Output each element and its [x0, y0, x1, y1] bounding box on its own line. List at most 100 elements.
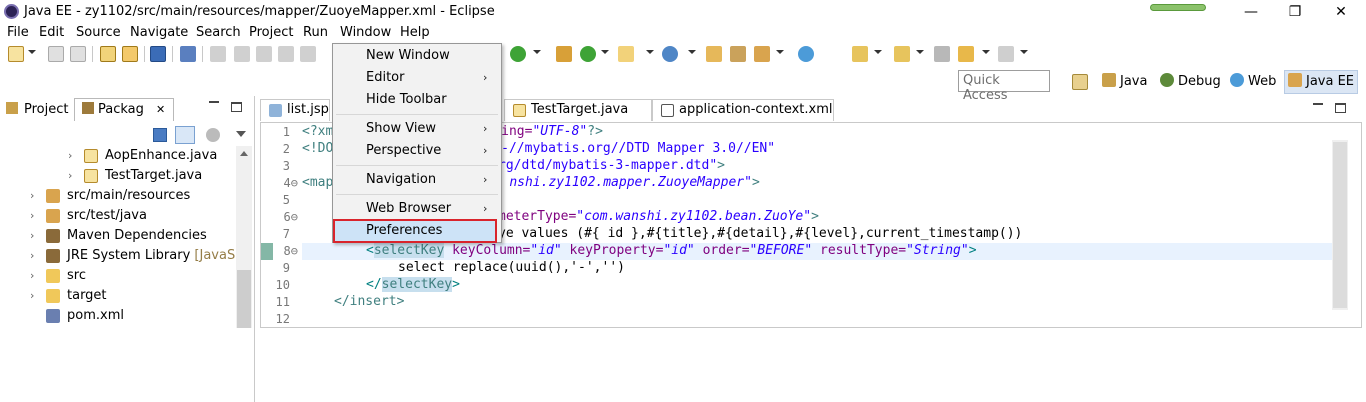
chevron-down-icon[interactable]	[916, 50, 924, 54]
last-edit-icon[interactable]	[934, 46, 950, 62]
server-icon[interactable]	[556, 46, 572, 62]
tab-package-label-wrap: Packag ✕	[82, 102, 165, 126]
tree-scrollbar-thumb[interactable]	[237, 270, 251, 328]
chevron-right-icon[interactable]: ›	[30, 250, 40, 261]
minimize-editor-icon[interactable]	[1313, 103, 1323, 105]
suspend-icon[interactable]	[234, 46, 250, 62]
chevron-down-icon[interactable]	[982, 50, 990, 54]
menu-project[interactable]: Project	[249, 25, 293, 40]
menu-item-navigation[interactable]: Navigation	[366, 172, 436, 187]
chevron-down-icon[interactable]	[28, 50, 36, 54]
menu-run[interactable]: Run	[303, 25, 328, 40]
link-with-editor-icon[interactable]	[175, 126, 195, 144]
menu-item-new-window[interactable]: New Window	[366, 48, 450, 63]
menu-file[interactable]: File	[7, 25, 29, 40]
chevron-right-icon[interactable]: ›	[30, 290, 40, 301]
chevron-down-icon[interactable]	[236, 131, 246, 137]
code-token: keyProperty=	[561, 243, 664, 258]
chevron-down-icon[interactable]	[601, 50, 609, 54]
tree-item[interactable]: › src	[0, 266, 236, 286]
console-icon[interactable]	[150, 46, 166, 62]
chevron-down-icon[interactable]	[776, 50, 784, 54]
tree-item[interactable]: › JRE System Library [JavaSE-1	[0, 246, 236, 266]
menu-item-perspective[interactable]: Perspective	[366, 143, 441, 158]
maximize-button[interactable]: ❐	[1280, 2, 1310, 22]
tab-list-jsp[interactable]: list.jsp	[260, 99, 330, 121]
tree-item[interactable]: › src/main/resources	[0, 186, 236, 206]
maximize-editor-icon[interactable]	[1335, 103, 1346, 113]
maximize-view-icon[interactable]	[231, 102, 242, 112]
scroll-up-icon[interactable]	[240, 151, 248, 156]
new-icon[interactable]	[8, 46, 24, 62]
step-into-icon[interactable]	[300, 46, 316, 62]
tree-item-label: JRE System Library	[67, 248, 191, 263]
close-button[interactable]: ✕	[1326, 2, 1356, 22]
chevron-down-icon[interactable]	[533, 50, 541, 54]
refresh-icon[interactable]	[580, 46, 596, 62]
open-type-icon[interactable]	[706, 46, 722, 62]
menu-item-web-browser[interactable]: Web Browser	[366, 201, 451, 216]
run-icon[interactable]	[510, 46, 526, 62]
back-icon[interactable]	[958, 46, 974, 62]
tab-project-explorer[interactable]: Project	[6, 102, 68, 126]
tree-item[interactable]: › target	[0, 286, 236, 306]
chevron-right-icon[interactable]: ›	[68, 170, 78, 181]
perspective-java[interactable]: Java	[1102, 73, 1147, 89]
perspective-debug[interactable]: Debug	[1160, 73, 1221, 89]
editor-scrollbar-thumb[interactable]	[1333, 142, 1347, 308]
tree-item[interactable]: › AopEnhance.java	[0, 146, 236, 166]
tree-item[interactable]: › src/test/java	[0, 206, 236, 226]
menu-window[interactable]: Window	[340, 25, 391, 40]
search-icon[interactable]	[754, 46, 770, 62]
terminate-icon[interactable]	[256, 46, 272, 62]
quick-access-input[interactable]: Quick Access	[958, 70, 1050, 103]
menu-edit[interactable]: Edit	[39, 25, 64, 40]
close-icon[interactable]: ✕	[156, 103, 165, 116]
menu-item-editor[interactable]: Editor	[366, 70, 404, 85]
menu-item-hide-toolbar[interactable]: Hide Toolbar	[366, 92, 447, 107]
skip-breakpoints-icon[interactable]	[180, 46, 196, 62]
chevron-right-icon[interactable]: ›	[30, 210, 40, 221]
chevron-right-icon[interactable]: ›	[30, 270, 40, 281]
menu-item-preferences[interactable]: Preferences	[366, 223, 442, 238]
export-icon[interactable]	[122, 46, 138, 62]
resume-icon[interactable]	[210, 46, 226, 62]
next-annotation-icon[interactable]	[852, 46, 868, 62]
view-menu-icon[interactable]	[206, 128, 220, 142]
globe-icon[interactable]	[798, 46, 814, 62]
chevron-down-icon[interactable]	[874, 50, 882, 54]
minimize-view-icon[interactable]	[209, 101, 219, 103]
new-class-icon[interactable]	[662, 46, 678, 62]
menu-help[interactable]: Help	[400, 25, 430, 40]
save-icon[interactable]	[48, 46, 64, 62]
previous-annotation-icon[interactable]	[894, 46, 910, 62]
chevron-right-icon[interactable]: ›	[30, 190, 40, 201]
disconnect-icon[interactable]	[278, 46, 294, 62]
collapse-all-icon[interactable]	[153, 128, 167, 142]
minimize-button[interactable]: —	[1236, 2, 1266, 22]
menu-navigate[interactable]: Navigate	[130, 25, 188, 40]
menu-source[interactable]: Source	[76, 25, 121, 40]
chevron-right-icon[interactable]: ›	[68, 150, 78, 161]
java-file-icon	[513, 104, 526, 117]
tab-application-context[interactable]: application-context.xml	[652, 99, 834, 121]
build-icon[interactable]	[100, 46, 116, 62]
menu-search[interactable]: Search	[196, 25, 241, 40]
menu-item-show-view[interactable]: Show View	[366, 121, 436, 136]
chevron-down-icon[interactable]	[688, 50, 696, 54]
save-all-icon[interactable]	[70, 46, 86, 62]
tab-testtarget-java[interactable]: TestTarget.java	[504, 99, 652, 121]
tree-item[interactable]: › TestTarget.java	[0, 166, 236, 186]
open-perspective-icon[interactable]	[1072, 74, 1088, 90]
chevron-down-icon[interactable]	[646, 50, 654, 54]
open-task-icon[interactable]	[730, 46, 746, 62]
forward-icon[interactable]	[998, 46, 1014, 62]
new-java-project-icon[interactable]	[618, 46, 634, 62]
tree-item[interactable]: › Maven Dependencies	[0, 226, 236, 246]
code-token: nshi.zy1102.mapper.ZuoyeMapper"	[509, 175, 752, 190]
chevron-down-icon[interactable]	[1020, 50, 1028, 54]
tree-item[interactable]: pom.xml	[0, 306, 236, 326]
chevron-right-icon[interactable]: ›	[30, 230, 40, 241]
perspective-java-ee[interactable]: Java EE	[1288, 73, 1354, 89]
perspective-web[interactable]: Web	[1230, 73, 1276, 89]
